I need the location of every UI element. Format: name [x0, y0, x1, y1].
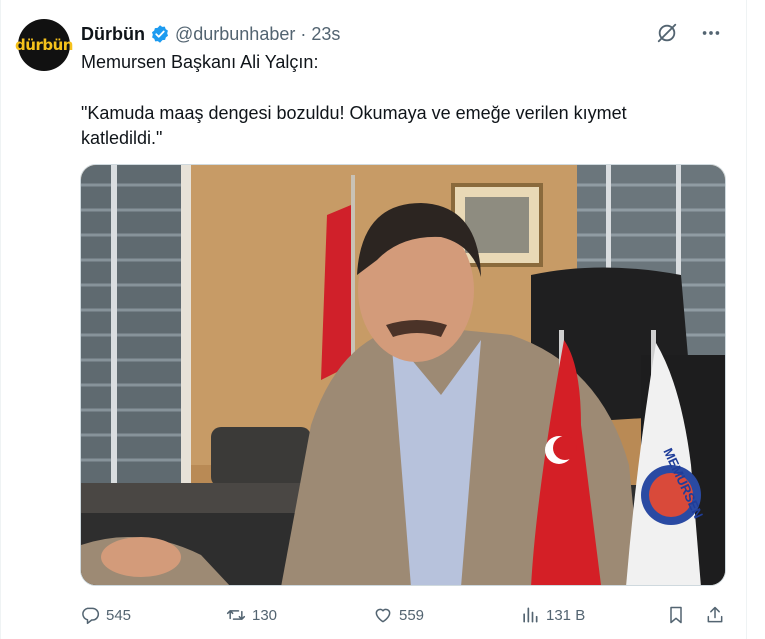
views-icon [523, 607, 538, 623]
bookmark-button[interactable] [666, 605, 686, 625]
views-button[interactable]: 131 B [520, 605, 585, 625]
retweet-icon [226, 610, 246, 620]
retweet-button[interactable]: 130 [226, 605, 277, 625]
separator-dot: · [300, 23, 307, 44]
like-count: 559 [399, 606, 425, 624]
share-icon [707, 606, 723, 623]
photo-illustration: MEMURSEN [81, 165, 725, 585]
more-icon[interactable] [698, 20, 724, 46]
like-button[interactable]: 559 [373, 605, 424, 625]
reply-count: 545 [106, 606, 132, 624]
tweet-card[interactable]: dürbün Dürbün @durbunhaber · 23s Memurse… [0, 0, 747, 639]
verified-badge-icon [151, 25, 168, 43]
tweet-photo[interactable]: MEMURSEN [80, 164, 726, 586]
views-count: 131 B [546, 606, 586, 624]
reply-icon [82, 607, 100, 625]
grok-icon[interactable] [654, 20, 680, 46]
like-icon [375, 608, 391, 623]
timestamp[interactable]: 23s [311, 24, 340, 45]
tweet-line-2: "Kamuda maaş dengesi bozuldu! Okumaya ve… [81, 103, 627, 148]
retweet-count: 130 [252, 606, 278, 624]
handle[interactable]: @durbunhaber [175, 24, 295, 45]
avatar-logo-text: dürbün [15, 36, 73, 54]
tweet-header: Dürbün @durbunhaber · 23s [81, 22, 340, 46]
tweet-line-1: Memursen Başkanı Ali Yalçın: [81, 52, 319, 72]
top-actions [654, 20, 724, 46]
tweet-text: Memursen Başkanı Ali Yalçın: "Kamuda maa… [81, 50, 691, 151]
display-name[interactable]: Dürbün [81, 24, 145, 45]
bookmark-icon [670, 606, 682, 624]
avatar[interactable]: dürbün [15, 19, 73, 71]
share-button[interactable] [705, 605, 725, 625]
reply-button[interactable]: 545 [80, 605, 131, 625]
action-bar: 545 130 559 131 B [80, 600, 730, 630]
